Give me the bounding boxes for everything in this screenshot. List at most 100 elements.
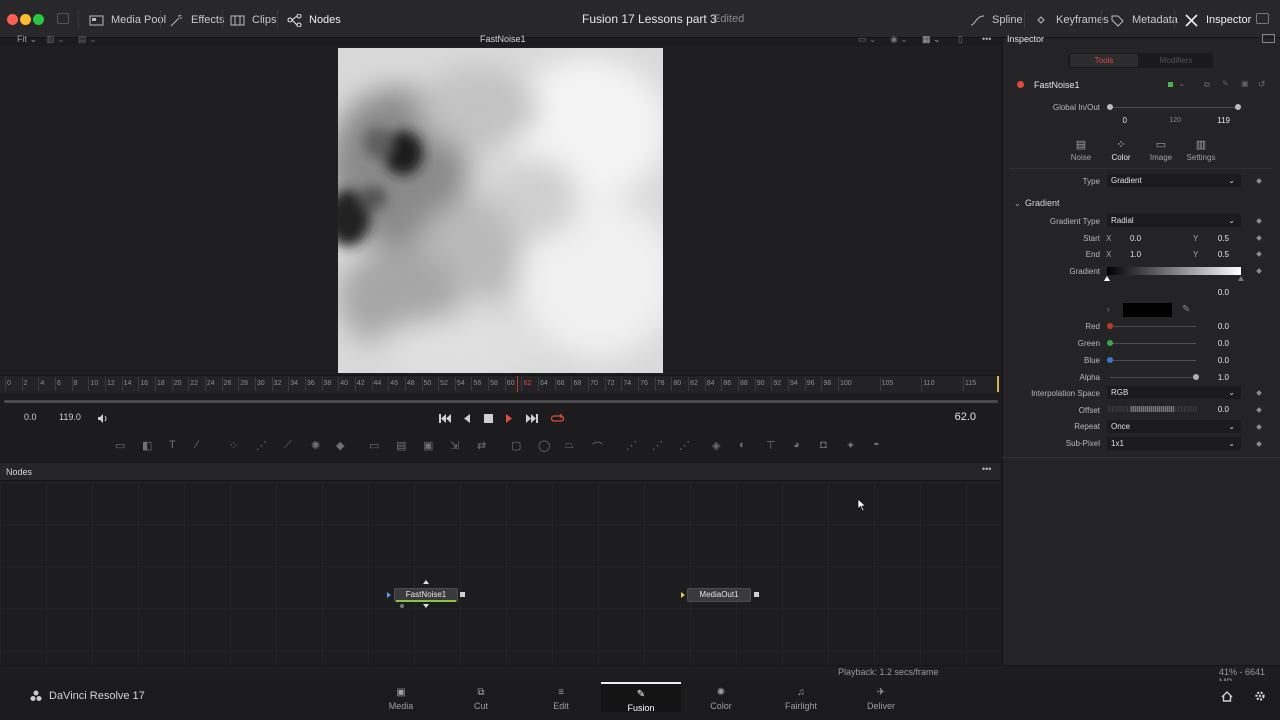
glow-tool-icon[interactable]: ✺ (311, 439, 325, 453)
page-tab-color[interactable]: ✺ Color (681, 682, 761, 712)
bspline-mask-icon[interactable]: ⌒ (592, 439, 606, 454)
interpolation-dropdown[interactable]: RGB ⌄ (1107, 386, 1241, 399)
render-end-marker[interactable] (997, 376, 999, 392)
end-x-value[interactable]: 1.0 (1130, 250, 1141, 259)
global-out-handle[interactable] (1235, 104, 1241, 110)
3d-shape-icon[interactable]: ◈ (712, 439, 726, 453)
clips-button[interactable]: Clips (230, 10, 276, 30)
mediaout-input-port-icon[interactable] (681, 592, 685, 598)
modifiers-tab[interactable]: Modifiers (1142, 54, 1210, 67)
page-tab-media[interactable]: ▣ Media (361, 682, 441, 712)
page-tab-deliver[interactable]: ✈ Deliver (841, 682, 921, 712)
current-frame-field[interactable]: 62.0 (940, 409, 986, 426)
gradient-stop-end[interactable] (1238, 276, 1244, 281)
viewer-layout-icon[interactable]: ▥ ⌄ (46, 34, 65, 45)
channel-alpha-slider[interactable] (1110, 377, 1196, 378)
node-color-dropdown-icon[interactable]: ⌄ (1179, 80, 1185, 88)
playhead[interactable] (517, 376, 518, 392)
color-swatch[interactable] (1123, 303, 1172, 317)
page-tab-edit[interactable]: ≡ Edit (521, 682, 601, 712)
blur-tool-icon[interactable]: ⋰ (256, 439, 270, 453)
roi-icon[interactable]: ▭ ⌄ (858, 34, 877, 45)
page-tab-cut[interactable]: ⧉ Cut (441, 682, 521, 712)
global-out-value[interactable]: 119 (1208, 116, 1230, 125)
resize-tool-icon[interactable]: ⇲ (450, 439, 464, 453)
grid-icon[interactable]: ▦ ⌄ (922, 34, 941, 45)
inspector-subtab-settings[interactable]: ▥ Settings (1178, 138, 1224, 162)
node-enabled-toggle[interactable] (1017, 81, 1024, 88)
play-reverse-icon[interactable] (460, 411, 474, 425)
metadata-button[interactable]: Metadata (1110, 10, 1178, 30)
nodes-button[interactable]: Nodes (287, 10, 341, 30)
timeline-scrollbar[interactable] (4, 400, 998, 403)
type-dropdown[interactable]: Gradient ⌄ (1107, 174, 1241, 187)
polygon-mask-icon[interactable]: ⏢ (565, 439, 579, 453)
settings-gear-icon[interactable] (1254, 690, 1266, 705)
particle-force-icon[interactable]: ⋰ (679, 439, 693, 453)
gradient-bar[interactable] (1107, 267, 1241, 275)
text-tool-icon[interactable]: T (169, 439, 183, 453)
close-window-button[interactable] (7, 14, 18, 25)
gradient-section-title[interactable]: Gradient (1025, 198, 1060, 208)
channel-green-handle[interactable] (1107, 340, 1113, 346)
mediaout-output-port[interactable] (754, 592, 759, 597)
channel-blue-value[interactable]: 0.0 (1208, 356, 1229, 365)
3d-image-icon[interactable]: ◓ (873, 439, 887, 453)
tools-tab[interactable]: Tools (1070, 54, 1138, 67)
stop-icon[interactable] (481, 411, 495, 425)
loop-icon[interactable] (550, 411, 564, 425)
subpixel-dropdown[interactable]: 1x1 ⌄ (1107, 437, 1241, 450)
keyframes-button[interactable]: Keyframes (1034, 10, 1109, 30)
viewer-image-noise[interactable] (338, 48, 663, 373)
inspector-expand-icon[interactable] (1262, 34, 1275, 43)
viewer-options-icon[interactable]: ▤ ⌄ (78, 34, 97, 45)
3d-camera-icon[interactable]: ◕ (793, 439, 807, 453)
channel-red-value[interactable]: 0.0 (1208, 322, 1229, 331)
channel-red-handle[interactable] (1107, 323, 1113, 329)
split-view-icon[interactable]: ▯ (958, 34, 963, 45)
expand-color-icon[interactable]: › (1107, 305, 1110, 314)
reset-icon[interactable]: ↺ (1258, 79, 1266, 90)
loader-tool-icon[interactable]: ▤ (396, 439, 410, 453)
lock-icon[interactable]: ▣ (1241, 79, 1249, 88)
particle-render-icon[interactable]: ⋰ (652, 439, 666, 453)
render-start-time[interactable]: 0.0 (24, 412, 37, 422)
channel-alpha-handle[interactable] (1193, 374, 1199, 380)
inspector-button[interactable]: Inspector (1184, 10, 1251, 30)
node-color-swatch[interactable] (1168, 82, 1173, 87)
home-icon[interactable] (1221, 691, 1233, 705)
minimize-window-button[interactable] (20, 14, 31, 25)
transform-tool-icon[interactable]: ⇄ (477, 439, 491, 453)
channel-alpha-value[interactable]: 1.0 (1208, 373, 1229, 382)
channel-blue-slider[interactable] (1110, 360, 1196, 361)
nodes-more-icon[interactable]: ••• (982, 464, 991, 474)
pin-icon[interactable]: ✎ (1222, 79, 1229, 88)
section-collapse-icon[interactable]: ⌄ (1014, 199, 1021, 208)
saver-tool-icon[interactable]: ▣ (423, 439, 437, 453)
go-to-start-icon[interactable] (438, 411, 452, 425)
viewer-more-icon[interactable]: ••• (982, 34, 991, 44)
fullscreen-icon[interactable] (1256, 13, 1269, 24)
3d-text-icon[interactable]: ◐ (739, 439, 753, 453)
3d-renderer-icon[interactable]: ◘ (820, 439, 834, 453)
page-tab-fusion[interactable]: ✎ Fusion (601, 682, 681, 713)
start-x-value[interactable]: 0.0 (1130, 234, 1141, 243)
offset-value[interactable]: 0.0 (1208, 405, 1229, 414)
fastnoise-output-port[interactable] (460, 592, 465, 597)
repeat-dropdown[interactable]: Once ⌄ (1107, 420, 1241, 433)
merge-tool-icon[interactable]: ▭ (369, 439, 383, 453)
gradient-type-dropdown[interactable]: Radial ⌄ (1107, 214, 1241, 227)
color-channel-icon[interactable]: ◉ ⌄ (890, 34, 908, 45)
ellipse-mask-icon[interactable]: ◯ (538, 439, 552, 453)
global-in-handle[interactable] (1107, 104, 1113, 110)
paint-tool-icon[interactable]: ◧ (142, 439, 156, 453)
render-end-time[interactable]: 119.0 (59, 412, 81, 422)
spline-button[interactable]: Spline (970, 10, 1023, 30)
effects-button[interactable]: Effects (169, 10, 224, 30)
version-icon[interactable]: ⧉ (1204, 80, 1210, 90)
viewer-fit-dropdown[interactable]: Fit ⌄ (17, 34, 37, 45)
go-to-end-icon[interactable] (524, 411, 538, 425)
channel-green-value[interactable]: 0.0 (1208, 339, 1229, 348)
fastnoise-input-port-icon[interactable] (387, 592, 391, 598)
channel-blue-handle[interactable] (1107, 357, 1113, 363)
